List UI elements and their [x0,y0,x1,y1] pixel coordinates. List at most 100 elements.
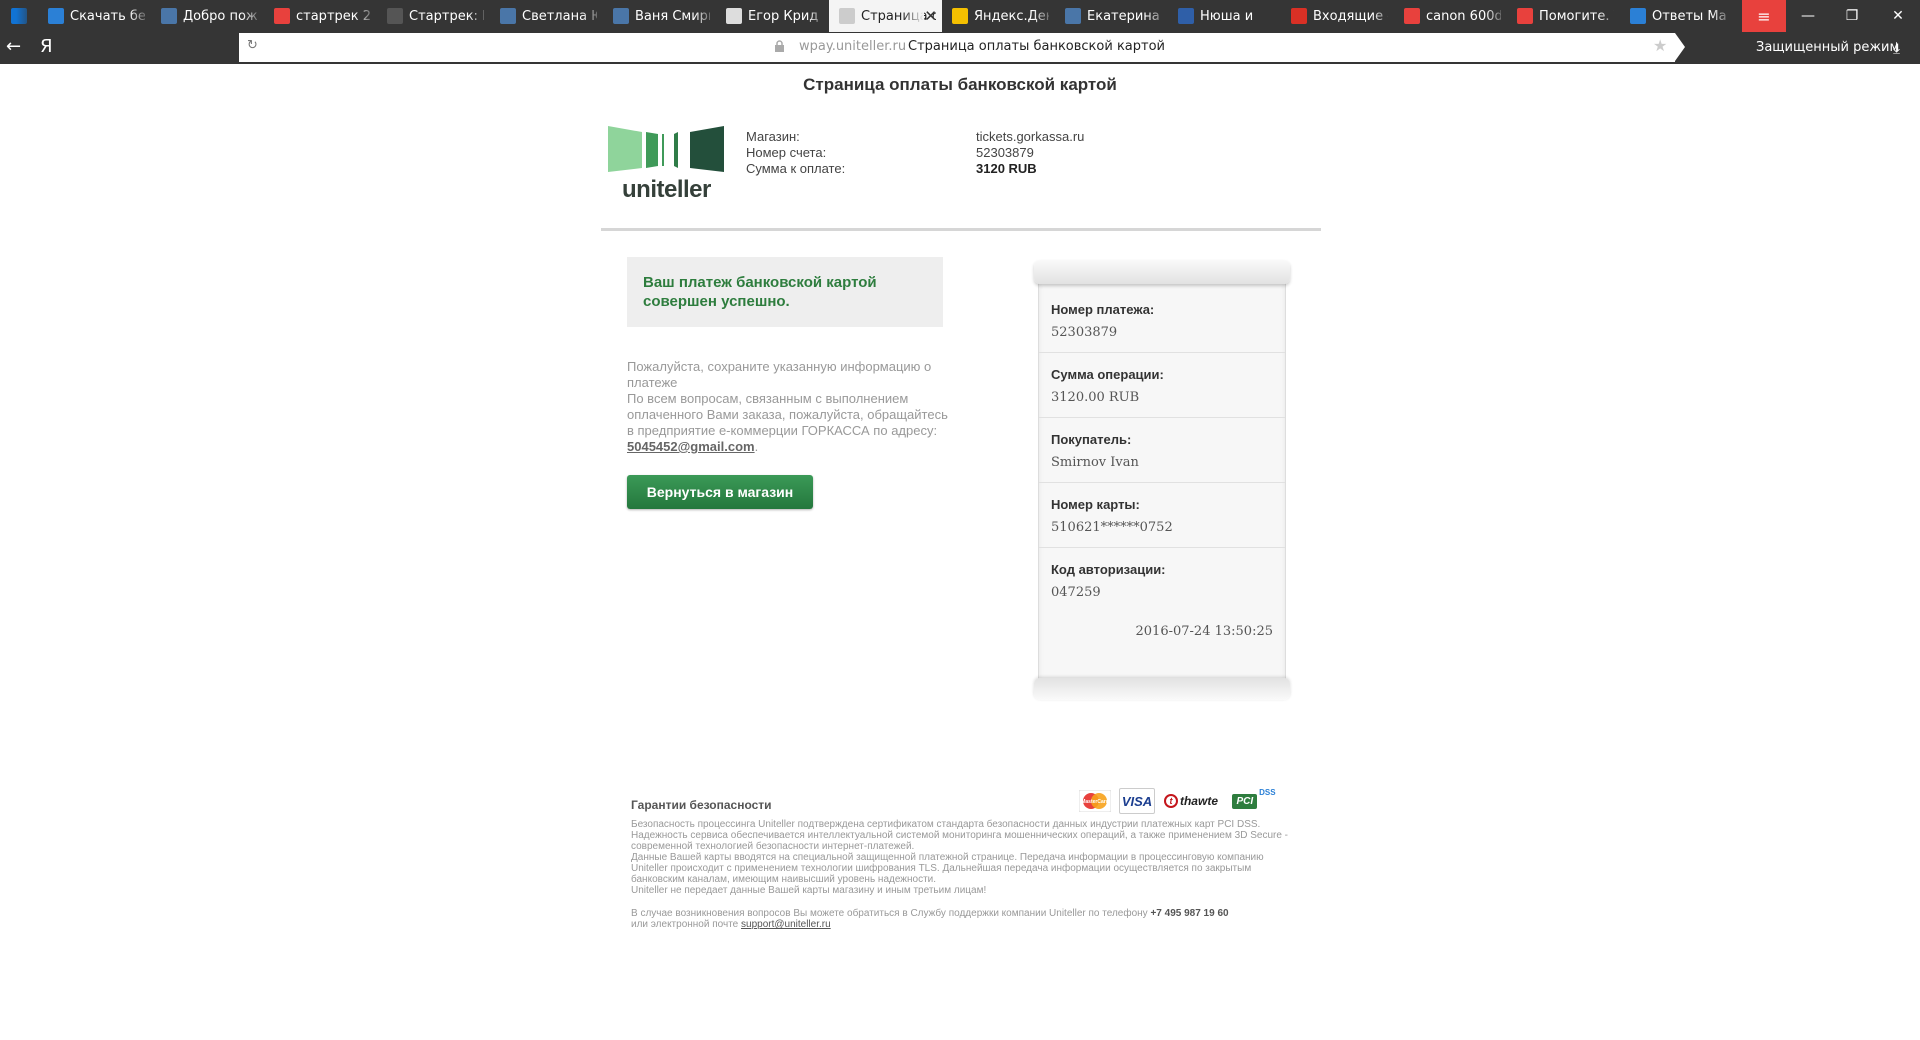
mail-icon [1291,8,1307,24]
yandex-logo[interactable]: Я [40,36,53,57]
tab-strip: Скачать бесплатно Добро пожаловать стартре… [0,0,1920,32]
address-domain: wpay.uniteller.ru [799,39,907,54]
security-title: Гарантии безопасности [631,798,772,812]
browser-tab[interactable]: Екатерина С [1055,0,1168,32]
tab-title: Яндекс.Деньги [974,8,1049,24]
receipt-value: Smirnov Ivan [1051,455,1139,470]
tab-title: Егор Крид (Creed) [748,8,823,24]
protected-mode-label[interactable]: Защищенный режим [1756,40,1899,55]
close-window-button[interactable]: ✕ [1876,0,1920,32]
uniteller-wordmark: uniteller [622,176,711,203]
page-title: Страница оплаты банковской картой [803,75,1117,94]
wallet-icon [952,8,968,24]
yandex-icon [1404,8,1420,24]
receipt-label: Код авторизации: [1051,562,1166,577]
contact-prefix: В случае возникновения вопросов Вы может… [631,908,1148,919]
browser-tab[interactable]: Страница оплаты✕ [829,0,942,32]
support-contact: В случае возникновения вопросов Вы может… [631,908,1301,930]
tab-title: Помогите. У [1539,8,1614,24]
invoice-label: Номер счета: [746,145,827,160]
pci-text: PCI [1232,793,1258,809]
vk-icon [161,8,177,24]
note-save-info: Пожалуйста, сохраните указанную информац… [627,359,932,390]
amount-value: 3120 RUB [976,161,1037,176]
browser-tab[interactable]: Скачать бесплатно [38,0,151,32]
reload-icon[interactable]: ↻ [247,38,258,53]
receipt-label: Номер карты: [1051,497,1140,512]
tab-title: Скачать бесплатно [70,8,145,24]
browser-tab[interactable]: Нюша и [1168,0,1281,32]
shop-value: tickets.gorkassa.ru [976,129,1085,144]
receipt-datetime: 2016-07-24 13:50:25 [1135,624,1273,639]
lock-icon [775,40,784,52]
receipt-value: 3120.00 RUB [1051,390,1140,405]
browser-tab[interactable]: Добро пожаловать [151,0,264,32]
dss-text: DSS [1259,788,1276,797]
tab-title: Светлана Ю [522,8,597,24]
shield-icon [48,8,64,24]
browser-tab[interactable]: Стартрек: Возмездие [377,0,490,32]
c-icon [1517,8,1533,24]
browser-tab[interactable]: Ответы Mail.Ru [1620,0,1733,32]
pci-dss-logo-icon: PCI DSS [1229,788,1279,814]
security-paragraph: Безопасность процессинга Uniteller подтв… [631,819,1289,852]
tab-title: стартрек 2 [296,8,371,24]
minimize-icon: — [1801,8,1815,24]
tab-title: Ваня Смирнов [635,8,710,24]
browser-tab[interactable]: Входящие - Почта [1281,0,1394,32]
payment-note: Пожалуйста, сохраните указанную информац… [627,359,957,455]
minimize-button[interactable]: — [1786,0,1830,32]
merchant-email-link[interactable]: 5045452@gmail.com [627,439,755,454]
note-dot: . [754,439,759,454]
address-page-title: Страница оплаты банковской картой [908,39,1165,54]
download-icon[interactable]: ⤓ [1893,38,1900,58]
close-icon: ✕ [1892,8,1904,24]
tab-title: Входящие - Почта [1313,8,1388,24]
address-field[interactable]: ↻ wpay.uniteller.ru Страница оплаты банк… [239,33,1675,62]
browser-tab[interactable]: Яндекс.Деньги [942,0,1055,32]
menu-icon: ≡ [1757,6,1771,26]
browser-tab[interactable]: стартрек 2 [264,0,377,32]
browser-tab[interactable]: Помогите. У [1507,0,1620,32]
receipt-body: Номер платежа: 52303879 Сумма операции: … [1038,274,1286,686]
success-message: Ваш платеж банковской картой совершен ус… [627,257,943,327]
image-icon [726,8,742,24]
amount-label: Сумма к оплате: [746,161,846,176]
vk-icon [613,8,629,24]
tab-title: canon 600d [1426,8,1501,24]
return-to-shop-button[interactable]: Вернуться в магазин [627,475,813,509]
browser-tab[interactable]: Ваня Смирнов [603,0,716,32]
contact-mid: или электронной почте [631,919,739,930]
receipt-value: 047259 [1051,585,1101,600]
receipt-label: Покупатель: [1051,432,1132,447]
tab-title: Добро пожаловать [183,8,258,24]
back-arrow-icon: ← [6,36,22,57]
bookmark-star-icon[interactable]: ★ [1653,36,1667,55]
back-button[interactable]: ← [6,36,28,60]
receipt-value: 52303879 [1051,325,1118,340]
vk-icon [1065,8,1081,24]
mastercard-text: MasterCard [1081,799,1109,805]
browser-tab[interactable]: Светлана Ю [490,0,603,32]
receipt-card-number: Номер карты: 510621******0752 [1039,483,1285,548]
security-text: Безопасность процессинга Uniteller подтв… [631,819,1301,896]
receipt-card: Номер платежа: 52303879 Сумма операции: … [1034,260,1290,700]
thawte-text: thawte [1179,794,1218,808]
thawte-logo-icon: t thawte [1159,788,1223,814]
support-email-link[interactable]: support@uniteller.ru [741,919,831,930]
visa-logo-icon: VISA [1119,788,1155,814]
browser-tab[interactable]: Егор Крид (Creed) [716,0,829,32]
restore-icon: ❐ [1845,8,1859,24]
vk-icon [500,8,516,24]
invoice-value: 52303879 [976,145,1034,160]
restore-button[interactable]: ❐ [1830,0,1874,32]
mastercard-logo-icon: MasterCard [1079,788,1111,814]
browser-menu-button[interactable]: ≡ [1742,0,1786,32]
browser-tab[interactable]: canon 600d [1394,0,1507,32]
receipt-auth-code: Код авторизации: 047259 [1039,548,1285,613]
hp-icon [11,8,27,24]
note-contact-text: По всем вопросам, связанным с выполнение… [627,391,948,438]
browser-tab[interactable] [0,0,38,32]
tab-title: Стартрек: Возмездие [409,8,484,24]
close-tab-icon[interactable]: ✕ [924,7,937,25]
